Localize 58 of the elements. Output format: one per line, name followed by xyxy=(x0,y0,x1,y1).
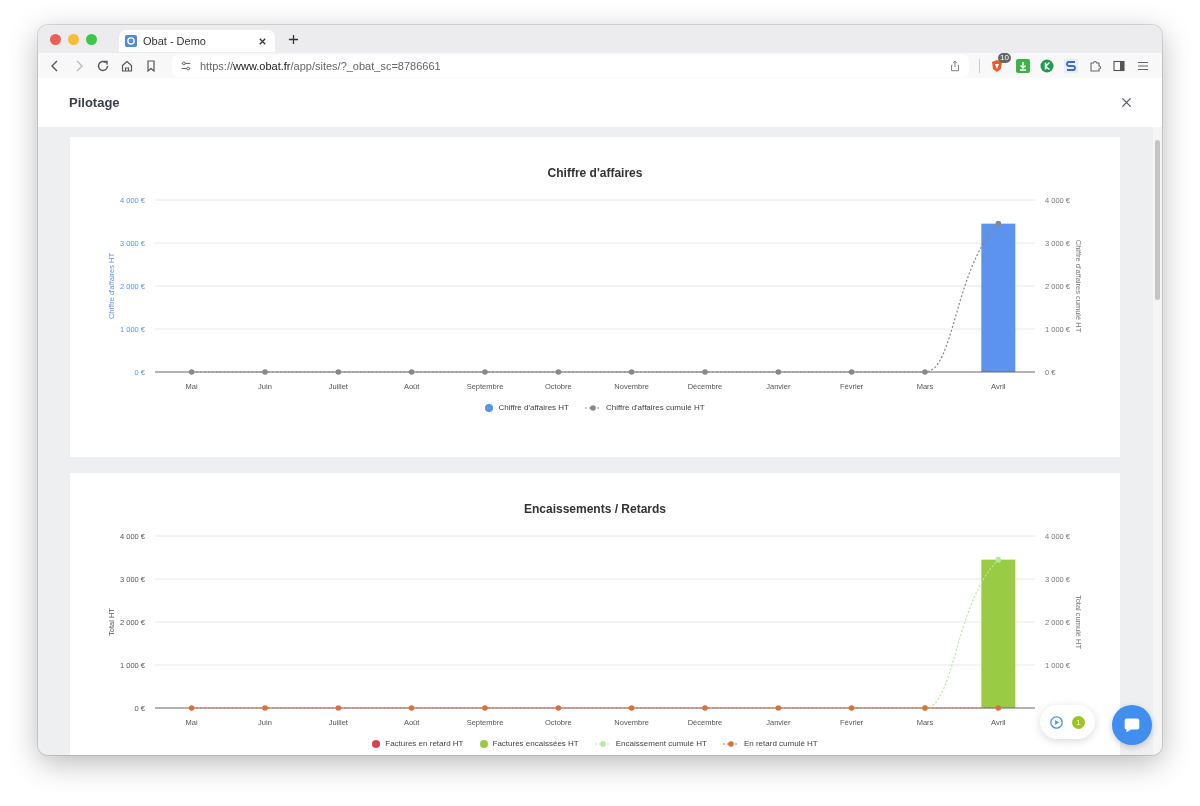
legend-label[interactable]: Chiffre d'affaires HT xyxy=(498,403,569,412)
site-settings-icon[interactable] xyxy=(180,59,192,72)
close-icon[interactable] xyxy=(258,36,267,46)
close-window-button[interactable] xyxy=(50,33,61,45)
data-point xyxy=(628,705,635,711)
data-point xyxy=(555,369,562,375)
home-icon[interactable] xyxy=(120,58,134,73)
reload-icon[interactable] xyxy=(96,58,110,73)
scrollbar[interactable] xyxy=(1153,127,1162,755)
tab-title: Obat - Demo xyxy=(143,35,207,47)
data-point xyxy=(702,369,708,375)
modal-title: Pilotage xyxy=(69,95,120,110)
data-point xyxy=(335,705,342,711)
data-point xyxy=(262,369,268,375)
data-point xyxy=(262,705,268,711)
download-extension-icon[interactable] xyxy=(1016,58,1030,73)
sidebar-icon[interactable] xyxy=(1112,58,1126,73)
address-bar[interactable]: https://www.obat.fr/app/sites/?_obat_sc=8786661 xyxy=(172,54,969,77)
legend-label[interactable]: Chiffre d'affaires cumulé HT xyxy=(606,403,705,412)
extension-icon[interactable] xyxy=(1064,58,1078,73)
data-point xyxy=(775,705,782,711)
legend-label[interactable]: Factures encaissées HT xyxy=(492,739,579,748)
legend-label[interactable]: Encaissement cumulé HT xyxy=(615,739,707,748)
extension-icon[interactable] xyxy=(1040,58,1054,73)
new-tab-icon[interactable] xyxy=(288,33,299,45)
scrollbar-thumb[interactable] xyxy=(1155,140,1160,300)
data-point xyxy=(995,556,1002,563)
data-point xyxy=(188,369,195,375)
data-point xyxy=(408,705,415,711)
data-point xyxy=(775,369,782,375)
shield-icon[interactable] xyxy=(990,58,1004,73)
data-point xyxy=(995,705,1002,711)
blocked-count-badge: 10 xyxy=(998,52,1011,63)
data-point xyxy=(848,705,855,711)
share-icon[interactable] xyxy=(949,59,961,72)
data-point xyxy=(482,705,488,711)
data-point xyxy=(922,369,928,375)
data-point xyxy=(628,369,635,375)
data-point xyxy=(188,705,195,711)
bookmark-icon[interactable] xyxy=(144,58,158,73)
notification-badge: 1 xyxy=(1072,715,1085,729)
data-point xyxy=(555,705,562,711)
extensions-icon[interactable] xyxy=(1088,58,1102,73)
data-point xyxy=(848,369,855,375)
browser-tab[interactable]: Obat - Demo xyxy=(119,30,275,52)
legend-label[interactable]: Factures en retard HT xyxy=(385,739,464,748)
data-point xyxy=(482,369,488,375)
play-icon[interactable] xyxy=(1050,715,1063,729)
close-icon[interactable] xyxy=(1121,97,1132,108)
app-logo-icon xyxy=(125,35,137,47)
legend-label[interactable]: En retard cumulé HT xyxy=(743,739,818,748)
chart-title: Encaissements / Retards xyxy=(522,502,668,518)
chart-title: Chiffre d'affaires xyxy=(546,166,644,182)
data-point xyxy=(335,369,342,375)
url-text: https://www.obat.fr/app/sites/?_obat_sc=8786661 xyxy=(200,59,441,72)
data-point xyxy=(408,369,415,375)
data-point xyxy=(995,220,1002,227)
data-point xyxy=(702,705,708,711)
